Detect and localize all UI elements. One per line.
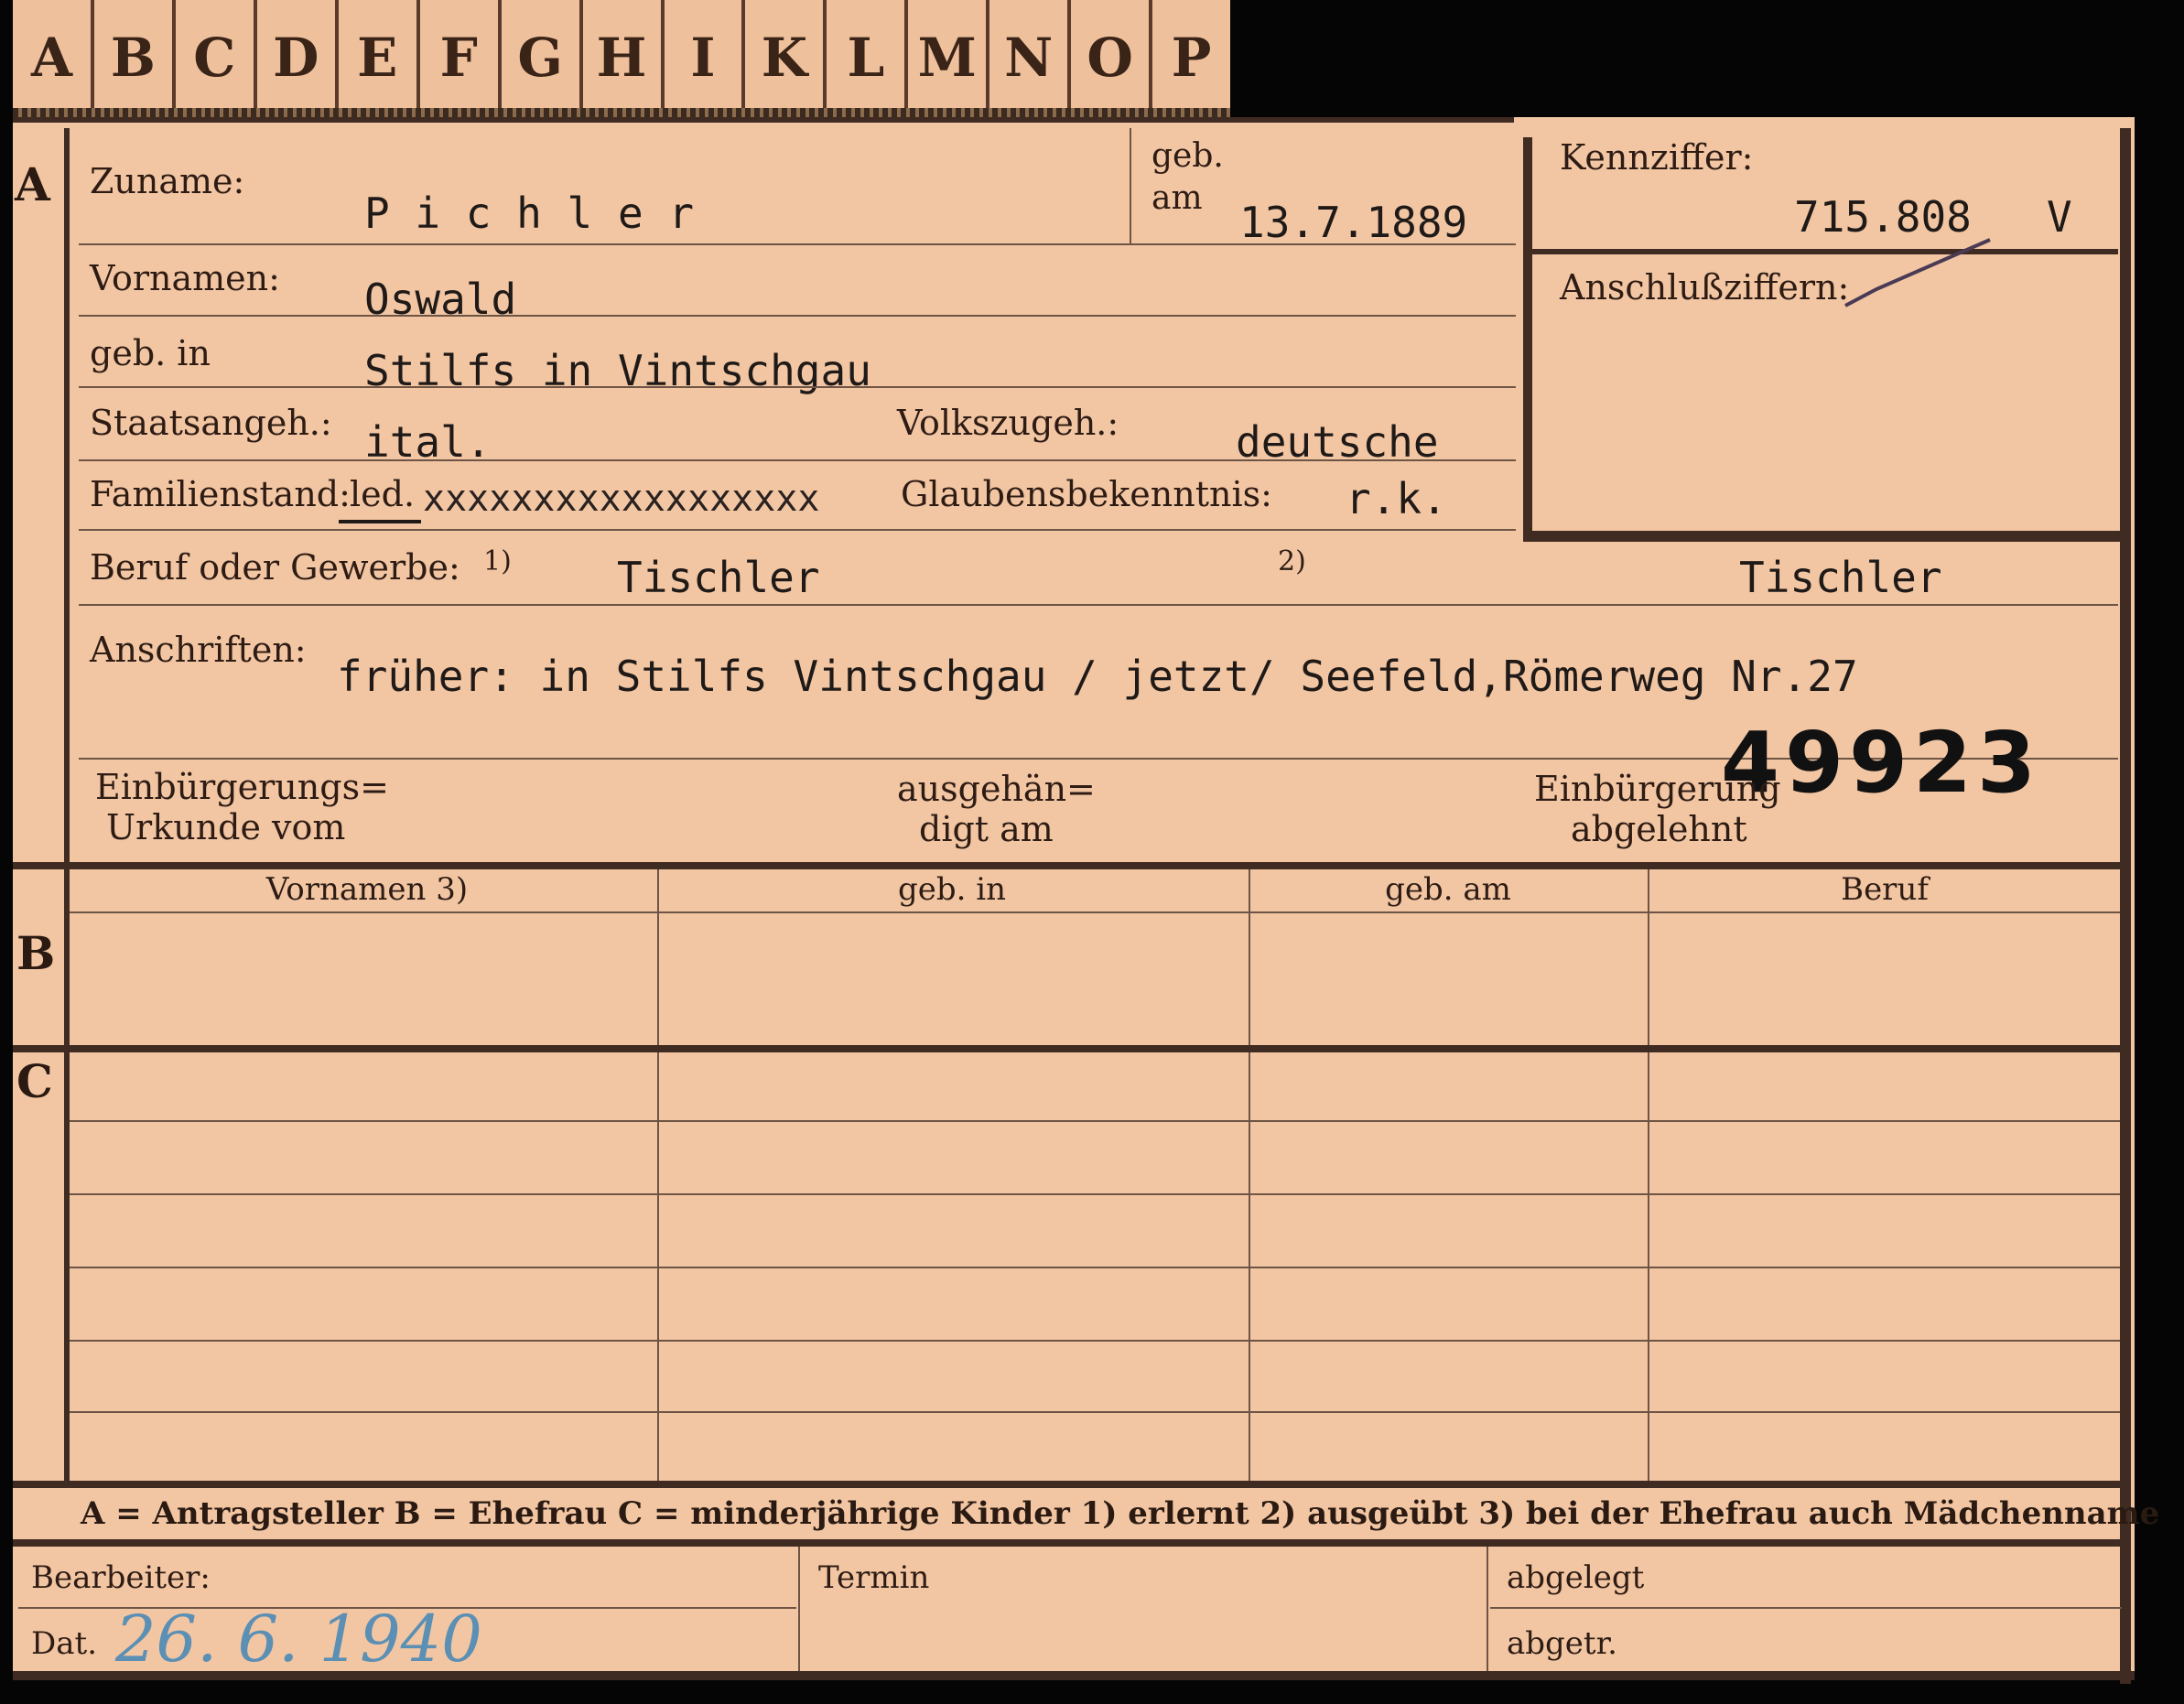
section-letter-b: B — [16, 926, 56, 980]
termin-label: Termin — [818, 1559, 930, 1596]
row-line — [79, 315, 1516, 317]
beruf-value-2: Tischler — [1739, 553, 1942, 602]
abgetr-label: abgetr. — [1507, 1625, 1617, 1662]
staatsangeh-label: Staatsangeh.: — [90, 403, 332, 443]
tab-letter-l[interactable]: L — [827, 0, 909, 115]
beruf-value-1: Tischler — [617, 553, 820, 602]
ausgehaen-label-1: ausgehän= — [897, 769, 1096, 809]
section-letter-c: C — [16, 1054, 53, 1108]
tab-letter-e[interactable]: E — [339, 0, 420, 115]
table-row — [70, 1411, 2120, 1413]
section-letter-a: A — [15, 157, 50, 211]
tab-letter-b[interactable]: B — [94, 0, 176, 115]
column-header-geb-in: geb. in — [897, 871, 1007, 908]
dat-value: 26. 6. 1940 — [115, 1602, 482, 1677]
legend-top-border — [13, 1481, 2122, 1488]
glauben-label: Glaubensbekenntnis: — [901, 474, 1272, 514]
header-underline — [70, 911, 2120, 913]
einbuergerungs-label-1: Einbürgerungs= — [95, 767, 389, 807]
table-row — [70, 1193, 2120, 1195]
tab-letter-m[interactable]: M — [908, 0, 990, 115]
footer-line — [1490, 1607, 2122, 1609]
tab-letter-c[interactable]: C — [176, 0, 257, 115]
footer-divider — [1487, 1547, 1488, 1675]
familienstand-underline — [339, 520, 421, 523]
tab-letter-g[interactable]: G — [502, 0, 583, 115]
column-divider — [657, 869, 659, 1481]
geb-am-label-1: geb. — [1151, 137, 1224, 175]
tab-letter-f[interactable]: F — [420, 0, 502, 115]
column-header-beruf: Beruf — [1841, 871, 1929, 908]
abgelegt-label: abgelegt — [1507, 1559, 1645, 1596]
zuname-label: Zuname: — [90, 161, 245, 201]
check-mark-icon — [1844, 238, 1991, 307]
familienstand-value: led. — [350, 474, 416, 514]
anschriften-label: Anschriften: — [90, 630, 307, 670]
bottom-border — [13, 1671, 2135, 1680]
tab-letter-d[interactable]: D — [257, 0, 339, 115]
column-header-geb-am: geb. am — [1385, 871, 1511, 908]
section-c-border — [13, 1045, 2122, 1052]
tab-letter-i[interactable]: I — [665, 0, 746, 115]
row-line — [79, 386, 1516, 388]
abgelehnt-label-1: Einbürgerung — [1534, 769, 1781, 809]
tab-letter-n[interactable]: N — [989, 0, 1072, 115]
ausgehaen-label-2: digt am — [919, 809, 1054, 849]
kennziffer-label: Kennziffer: — [1560, 137, 1754, 178]
row-line — [79, 604, 2118, 606]
beruf-mark-2: 2) — [1278, 545, 1306, 577]
legend-text: A = Antragsteller B = Ehefrau C = minder… — [81, 1495, 2160, 1532]
legend-bottom-border — [13, 1539, 2122, 1547]
geb-in-label: geb. in — [90, 333, 211, 373]
table-row — [70, 1267, 2120, 1268]
vornamen-label: Vornamen: — [90, 258, 280, 298]
bearbeiter-label: Bearbeiter: — [31, 1559, 211, 1596]
column-header-vornamen: Vornamen 3) — [265, 871, 469, 908]
row-line — [79, 459, 1516, 461]
tab-letter-a[interactable]: A — [13, 0, 94, 115]
beruf-label: Beruf oder Gewerbe: — [90, 547, 460, 588]
volkszugeh-label: Volkszugeh.: — [897, 403, 1119, 443]
tab-letter-o[interactable]: O — [1071, 0, 1153, 115]
row-line — [79, 529, 1516, 531]
top-border — [13, 117, 1514, 123]
kennziffer-suffix: V — [2047, 192, 2072, 242]
column-divider — [1648, 869, 1649, 1481]
left-column-border — [64, 128, 70, 1483]
column-divider — [1249, 869, 1250, 1481]
geb-am-divider — [1130, 128, 1131, 243]
beruf-mark-1: 1) — [483, 545, 512, 577]
table-top-border — [13, 862, 2122, 869]
dat-label: Dat. — [31, 1625, 98, 1662]
tab-letter-h[interactable]: H — [583, 0, 665, 115]
anschluss-label: Anschlußziffern: — [1560, 267, 1850, 307]
tab-letter-k[interactable]: K — [745, 0, 827, 115]
geb-am-value: 13.7.1889 — [1239, 198, 1468, 247]
einbuergerungs-label-2: Urkunde vom — [106, 807, 346, 847]
familienstand-label: Familienstand: — [90, 474, 351, 514]
table-row — [70, 1340, 2120, 1342]
footer-divider — [798, 1547, 800, 1675]
familienstand-struck: xxxxxxxxxxxxxxxxxx — [423, 478, 820, 520]
geb-am-label-2: am — [1151, 179, 1203, 217]
anschriften-value: früher: in Stilfs Vintschgau / jetzt/ Se… — [337, 652, 1858, 701]
tab-letter-p[interactable]: P — [1152, 0, 1230, 115]
glauben-value: r.k. — [1346, 474, 1447, 523]
kennziffer-divider — [1532, 249, 2118, 254]
zuname-value: P i c h l e r — [364, 189, 695, 238]
alphabet-tabs: ABCDEFGHIKLMNOP — [13, 0, 1230, 115]
table-row — [70, 1120, 2120, 1122]
abgelehnt-label-2: abgelehnt — [1571, 809, 1747, 849]
row-line — [79, 243, 1516, 245]
